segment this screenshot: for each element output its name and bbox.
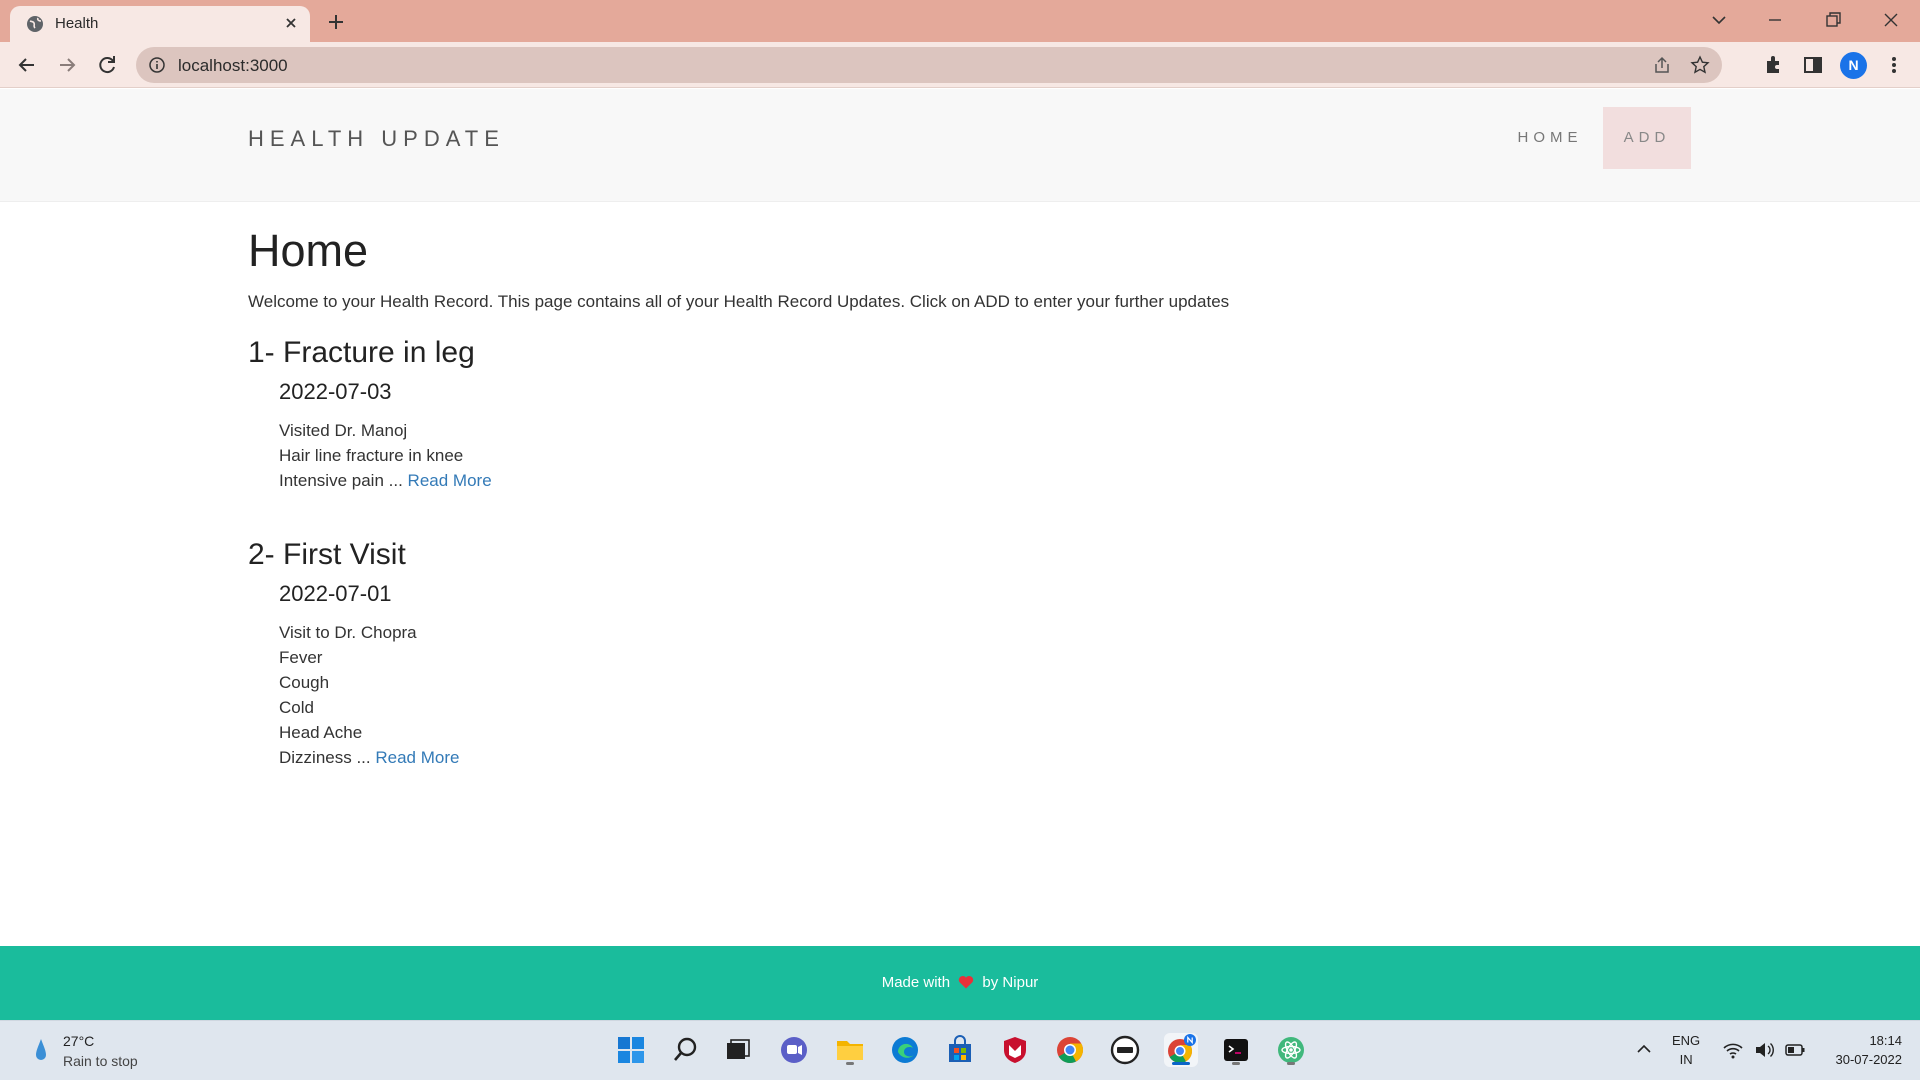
chrome-icon: [1057, 1037, 1084, 1063]
shield-icon: [1004, 1037, 1026, 1063]
new-tab-icon[interactable]: [324, 10, 348, 34]
entry-body: Visit to Dr. Chopra Fever Cough Cold Hea…: [279, 620, 1648, 770]
tab-search-icon[interactable]: [1704, 6, 1734, 34]
browser-tab-strip: Health: [0, 0, 1920, 42]
entry-date: 2022-07-03: [279, 379, 392, 404]
entry-line: Visit to Dr. Chopra: [279, 623, 417, 642]
wifi-icon[interactable]: [1722, 1040, 1744, 1060]
running-indicator: [1232, 1062, 1240, 1065]
input-language[interactable]: ENG IN: [1672, 1031, 1700, 1069]
nav-home-link[interactable]: HOME: [1497, 107, 1603, 169]
weather-temperature: 27°C: [63, 1033, 95, 1049]
entry-body: Visited Dr. Manoj Hair line fracture in …: [279, 418, 1648, 493]
taskbar-file-explorer[interactable]: [833, 1033, 867, 1067]
address-bar[interactable]: localhost:3000: [136, 47, 1722, 83]
entry-line-last: Intensive pain ... Read More: [279, 468, 1648, 493]
browser-tab[interactable]: Health: [10, 6, 310, 42]
tab-title: Health: [55, 15, 99, 32]
nav-add-link[interactable]: ADD: [1603, 107, 1691, 169]
taskbar-chrome[interactable]: [1053, 1033, 1087, 1067]
site-brand[interactable]: HEALTH UPDATE: [248, 126, 505, 152]
taskbar-chrome-profile[interactable]: [1164, 1033, 1198, 1067]
entry-title: 1- Fracture in leg: [248, 336, 475, 369]
dell-icon: [1110, 1035, 1140, 1065]
back-icon[interactable]: [13, 51, 41, 79]
health-entry: 1- Fracture in leg 2022-07-03 Visited Dr…: [248, 335, 1648, 493]
edge-icon: [892, 1037, 918, 1063]
system-clock[interactable]: 18:14 30-07-2022: [1822, 1031, 1903, 1069]
clock-date: 30-07-2022: [1835, 1052, 1903, 1067]
read-more-link[interactable]: Read More: [408, 471, 492, 490]
search-icon: [674, 1037, 697, 1061]
extensions-icon[interactable]: [1759, 51, 1787, 79]
taskbar-store[interactable]: [943, 1033, 977, 1067]
weather-rain-icon[interactable]: [30, 1035, 52, 1067]
globe-icon: [27, 16, 43, 32]
chat-icon: [781, 1037, 807, 1063]
taskbar-search[interactable]: [669, 1033, 703, 1067]
entry-line-last: Dizziness ... Read More: [279, 745, 1648, 770]
entry-line: Visited Dr. Manoj: [279, 421, 408, 440]
start-button[interactable]: [614, 1033, 648, 1067]
chevron-up-icon[interactable]: [1634, 1039, 1654, 1059]
main-content: Home Welcome to your Health Record. This…: [248, 225, 1648, 770]
close-tab-icon[interactable]: [281, 13, 301, 33]
entry-line: Cold: [279, 698, 314, 717]
restore-icon[interactable]: [1818, 6, 1848, 34]
forward-icon[interactable]: [53, 51, 81, 79]
running-indicator: [1287, 1062, 1295, 1065]
weather-description: Rain to stop: [63, 1053, 138, 1069]
windows-logo-icon: [618, 1037, 644, 1063]
bookmark-star-icon[interactable]: [1690, 55, 1710, 75]
taskbar-task-view[interactable]: [721, 1033, 755, 1067]
reload-icon[interactable]: [93, 51, 121, 79]
language-code: ENG: [1672, 1033, 1701, 1048]
site-info-icon[interactable]: [148, 56, 166, 74]
entry-title: 2- First Visit: [248, 538, 406, 571]
footer-by: by Nipur: [982, 974, 1039, 991]
page-title: Home: [248, 225, 369, 276]
entry-line: Head Ache: [279, 723, 363, 742]
entry-line-text: Dizziness ...: [279, 748, 371, 767]
taskbar-mcafee[interactable]: [998, 1033, 1032, 1067]
region-code: IN: [1679, 1052, 1693, 1067]
entry-date: 2022-07-01: [279, 581, 392, 606]
entry-line: Hair line fracture in knee: [279, 446, 464, 465]
os-taskbar: 27°C Rain to stop ENG IN 18:14 30-07-202…: [0, 1020, 1920, 1080]
taskbar-edge[interactable]: [888, 1033, 922, 1067]
site-navbar: HEALTH UPDATE HOME ADD: [0, 89, 1920, 202]
taskbar-dell[interactable]: [1108, 1033, 1142, 1067]
url-text: localhost:3000: [178, 56, 288, 75]
menu-kebab-icon[interactable]: [1880, 51, 1908, 79]
active-indicator: [1172, 1062, 1190, 1065]
close-window-icon[interactable]: [1876, 6, 1906, 34]
entry-line-text: Intensive pain ...: [279, 471, 403, 490]
task-view-icon: [727, 1039, 750, 1059]
entry-line: Fever: [279, 648, 323, 667]
volume-icon[interactable]: [1753, 1040, 1775, 1060]
browser-toolbar: localhost:3000 N: [0, 42, 1920, 88]
clock-time: 18:14: [1869, 1033, 1902, 1048]
welcome-text: Welcome to your Health Record. This page…: [248, 292, 1230, 311]
site-footer: Made with by Nipur: [0, 946, 1920, 1020]
side-panel-icon[interactable]: [1799, 51, 1827, 79]
footer-made-with: Made with: [881, 974, 951, 991]
profile-avatar[interactable]: N: [1840, 52, 1867, 79]
health-entry: 2- First Visit 2022-07-01 Visit to Dr. C…: [248, 537, 1648, 770]
entry-line: Cough: [279, 673, 330, 692]
share-icon[interactable]: [1652, 55, 1672, 75]
taskbar-chat[interactable]: [777, 1033, 811, 1067]
taskbar-terminal[interactable]: [1219, 1033, 1253, 1067]
battery-icon[interactable]: [1784, 1040, 1806, 1060]
heart-icon: [959, 975, 974, 989]
read-more-link[interactable]: Read More: [375, 748, 459, 767]
running-indicator: [846, 1062, 854, 1065]
minimize-icon[interactable]: [1760, 6, 1790, 34]
store-icon: [949, 1035, 971, 1062]
taskbar-atom[interactable]: [1274, 1033, 1308, 1067]
